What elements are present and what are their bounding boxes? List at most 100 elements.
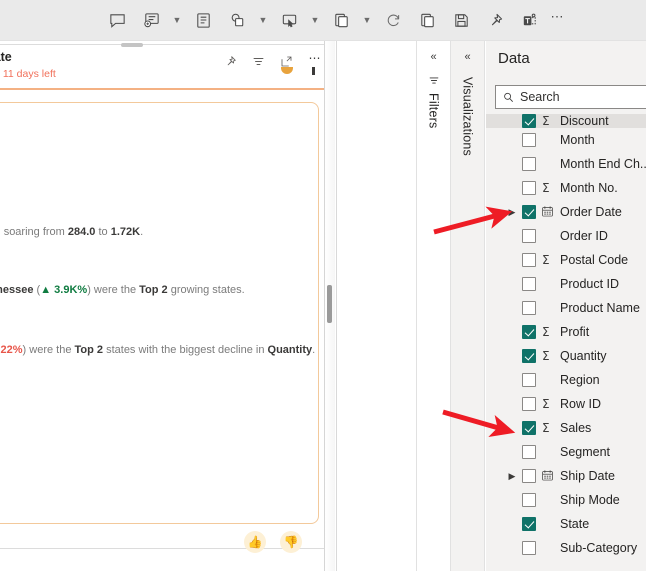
field-checkbox[interactable] (522, 373, 536, 387)
field-checkbox[interactable] (522, 205, 536, 219)
field-checkbox[interactable] (522, 253, 536, 267)
data-field-row[interactable]: Product ID (486, 272, 646, 296)
visualizations-pane-collapsed[interactable]: « Visualizations (450, 41, 485, 571)
field-checkbox[interactable] (522, 349, 536, 363)
canvas-scrollbar-thumb[interactable] (327, 285, 332, 323)
data-field-row[interactable]: Σ Sales (486, 416, 646, 440)
data-field-row[interactable]: Σ Row ID (486, 392, 646, 416)
teams-icon[interactable] (512, 3, 546, 37)
page-icon[interactable] (324, 3, 358, 37)
data-field-row[interactable]: Σ Discount (486, 114, 646, 128)
trial-status-text: Trial: 11 days left (0, 68, 56, 80)
field-checkbox[interactable] (522, 114, 536, 128)
more-options-icon[interactable]: ⋯ (306, 51, 323, 75)
chevron-down-icon-page[interactable]: ▼ (358, 3, 376, 37)
data-field-row[interactable]: Σ Profit (486, 320, 646, 344)
field-checkbox[interactable] (522, 133, 536, 147)
field-label: Row ID (560, 397, 601, 411)
filters-pane-collapsed[interactable]: « Filters (416, 41, 450, 571)
thumbs-down-icon[interactable]: 👎 (280, 531, 302, 553)
visualizations-expand-icon[interactable]: « (464, 51, 470, 63)
data-field-row[interactable]: Region (486, 368, 646, 392)
comment-icon[interactable] (100, 3, 134, 37)
filter-icon[interactable] (250, 53, 267, 70)
refresh-icon[interactable] (376, 3, 410, 37)
pin-visual-icon[interactable] (222, 53, 239, 70)
buttons-icon[interactable] (272, 3, 306, 37)
field-label: Product Name (560, 301, 640, 315)
field-checkbox[interactable] (522, 157, 536, 171)
field-checkbox[interactable] (522, 493, 536, 507)
chevron-right-icon[interactable]: ▶ (507, 207, 517, 218)
data-pane-scrollbar[interactable] (640, 114, 646, 571)
visual-pin-badge (312, 67, 315, 75)
calendar-icon (541, 205, 554, 218)
top-toolbar: ▼ ▼ ▼ ▼ ⋯ (0, 0, 646, 41)
toolbar-overflow-icon[interactable]: ⋯ (546, 3, 568, 37)
chevron-right-icon[interactable]: ▶ (507, 471, 517, 482)
smart-narrative-icon[interactable] (134, 3, 168, 37)
data-field-row[interactable]: Segment (486, 440, 646, 464)
field-label: Month No. (560, 181, 618, 195)
data-field-row[interactable]: Month (486, 128, 646, 152)
field-checkbox[interactable] (522, 277, 536, 291)
pin-icon[interactable] (478, 3, 512, 37)
data-search-box[interactable]: Search (495, 85, 646, 109)
data-field-row[interactable]: Ship Mode (486, 488, 646, 512)
shapes-icon[interactable] (220, 3, 254, 37)
thumbs-up-icon[interactable]: 👍 (244, 531, 266, 553)
data-field-row[interactable]: State (486, 512, 646, 536)
sigma-icon: Σ (542, 325, 550, 339)
data-field-row[interactable]: Σ Postal Code (486, 248, 646, 272)
sigma-icon: Σ (542, 421, 550, 435)
text-box-icon[interactable] (186, 3, 220, 37)
duplicate-page-icon[interactable] (410, 3, 444, 37)
data-field-row[interactable]: Order ID (486, 224, 646, 248)
field-label: Quantity (560, 349, 607, 363)
data-field-row[interactable]: Product Name (486, 296, 646, 320)
data-pane-title: Data (498, 50, 530, 67)
field-checkbox[interactable] (522, 421, 536, 435)
power-bi-report-editor: ▼ ▼ ▼ ▼ ⋯ te 11 days left ⋯ soaring from… (0, 0, 646, 571)
smart-narrative-visual[interactable]: …and State Trial: 11 days left (0, 43, 331, 553)
field-checkbox[interactable] (522, 517, 536, 531)
data-field-list[interactable]: Σ Discount Month Month End Ch... Σ Month No. ▶… (486, 114, 646, 571)
report-canvas: …and State Trial: 11 days left (0, 41, 340, 571)
data-field-row[interactable]: Month End Ch... (486, 152, 646, 176)
filters-expand-icon[interactable]: « (430, 51, 436, 63)
save-icon[interactable] (444, 3, 478, 37)
data-field-row[interactable]: Sub-Category (486, 536, 646, 560)
field-label: Month End Ch... (560, 157, 646, 171)
field-checkbox[interactable] (522, 469, 536, 483)
field-label: Segment (560, 445, 611, 459)
visual-header: …and State Trial: 11 days left (0, 45, 331, 90)
field-checkbox[interactable] (522, 325, 536, 339)
field-checkbox[interactable] (522, 541, 536, 555)
data-field-row[interactable]: ▶ Ship Date (486, 464, 646, 488)
field-checkbox[interactable] (522, 397, 536, 411)
data-field-row[interactable]: ▶ Order Date (486, 200, 646, 224)
sigma-icon: Σ (542, 253, 550, 267)
field-label: Discount (560, 114, 609, 128)
chevron-down-icon-shapes[interactable]: ▼ (254, 3, 272, 37)
field-label: Product ID (560, 277, 620, 291)
visual-header-icons: ⋯ (222, 51, 323, 75)
filters-pane-label: Filters (426, 93, 441, 129)
field-label: Sales (560, 421, 592, 435)
focus-mode-icon[interactable] (278, 53, 295, 74)
data-pane-header: Data (486, 41, 646, 80)
field-checkbox[interactable] (522, 301, 536, 315)
field-checkbox[interactable] (522, 445, 536, 459)
data-field-row[interactable]: Σ Month No. (486, 176, 646, 200)
data-field-row[interactable]: Σ Quantity (486, 344, 646, 368)
data-pane: Data Search Σ Discount Month Month End Ch..… (486, 41, 646, 571)
chevron-down-icon-smart-narrative[interactable]: ▼ (168, 3, 186, 37)
chevron-down-icon-buttons[interactable]: ▼ (306, 3, 324, 37)
calendar-icon (541, 469, 554, 482)
field-label: Month (560, 133, 595, 147)
field-label: Postal Code (560, 253, 629, 267)
field-checkbox[interactable] (522, 229, 536, 243)
data-search-placeholder[interactable]: Search (520, 90, 560, 104)
sigma-icon: Σ (542, 397, 550, 411)
field-checkbox[interactable] (522, 181, 536, 195)
